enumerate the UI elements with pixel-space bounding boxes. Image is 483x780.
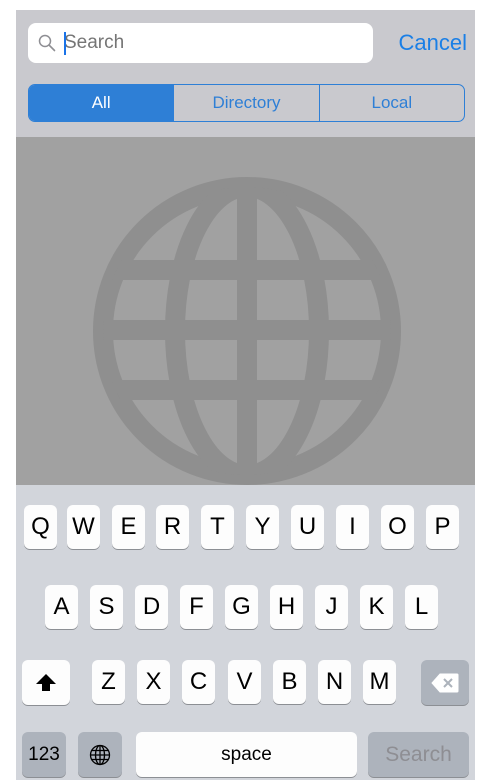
key-e[interactable]: E: [112, 505, 145, 549]
key-h[interactable]: H: [270, 585, 303, 629]
key-g[interactable]: G: [225, 585, 258, 629]
space-key[interactable]: space: [136, 732, 357, 777]
key-p[interactable]: P: [426, 505, 459, 549]
key-u[interactable]: U: [291, 505, 324, 549]
search-input[interactable]: [64, 23, 364, 63]
globe-icon: [89, 744, 111, 765]
key-r[interactable]: R: [156, 505, 189, 549]
key-j[interactable]: J: [315, 585, 348, 629]
keyboard: Q W E R T Y U I O P A S D F G H J K L Z …: [16, 485, 475, 780]
key-y[interactable]: Y: [246, 505, 279, 549]
key-m[interactable]: M: [363, 660, 396, 704]
key-d[interactable]: D: [135, 585, 168, 629]
key-s[interactable]: S: [90, 585, 123, 629]
key-k[interactable]: K: [360, 585, 393, 629]
shift-icon: [36, 673, 56, 691]
key-a[interactable]: A: [45, 585, 78, 629]
key-v[interactable]: V: [228, 660, 261, 704]
key-o[interactable]: O: [381, 505, 414, 549]
scope-segmented-control: All Directory Local: [28, 84, 465, 122]
text-cursor: [64, 32, 66, 55]
key-t[interactable]: T: [201, 505, 234, 549]
key-i[interactable]: I: [336, 505, 369, 549]
key-x[interactable]: X: [137, 660, 170, 704]
delete-key[interactable]: [421, 660, 469, 705]
key-f[interactable]: F: [180, 585, 213, 629]
magnifier-icon: [38, 34, 56, 57]
globe-placeholder-area: [16, 137, 475, 485]
globe-icon: [93, 177, 401, 485]
key-w[interactable]: W: [67, 505, 100, 549]
key-q[interactable]: Q: [24, 505, 57, 549]
segment-directory[interactable]: Directory: [173, 85, 318, 121]
key-l[interactable]: L: [405, 585, 438, 629]
key-n[interactable]: N: [318, 660, 351, 704]
segment-all[interactable]: All: [29, 85, 174, 121]
shift-key[interactable]: [22, 660, 70, 705]
key-z[interactable]: Z: [92, 660, 125, 704]
delete-icon: [431, 673, 459, 692]
search-bar-area: Cancel All Directory Local: [16, 10, 475, 137]
key-b[interactable]: B: [273, 660, 306, 704]
search-field[interactable]: [28, 23, 373, 63]
cancel-button[interactable]: Cancel: [399, 30, 467, 56]
globe-key[interactable]: [78, 732, 122, 777]
search-key[interactable]: Search: [368, 732, 469, 777]
numbers-key[interactable]: 123: [22, 732, 66, 777]
segment-local[interactable]: Local: [318, 85, 464, 121]
key-c[interactable]: C: [182, 660, 215, 704]
